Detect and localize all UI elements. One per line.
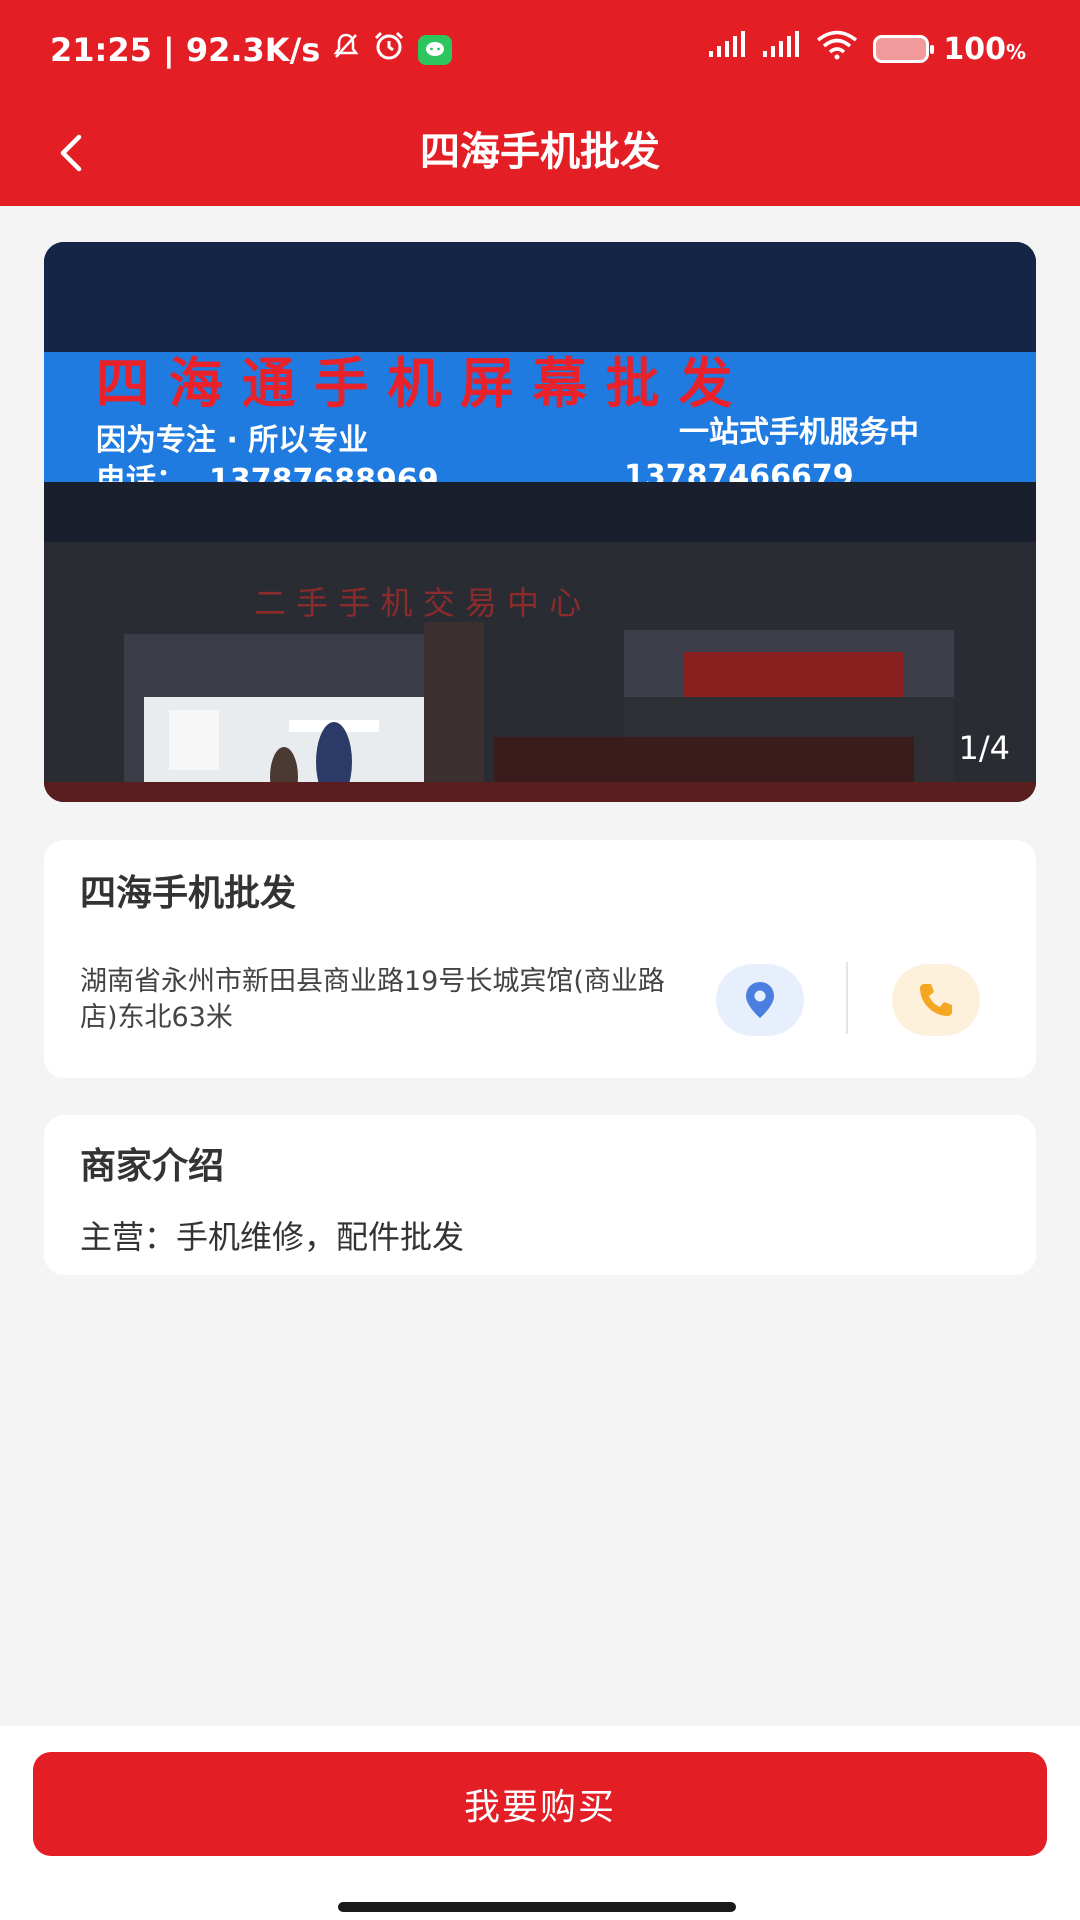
shop-name: 四海手机批发 xyxy=(80,873,297,914)
photo-gallery[interactable]: 四 海 通 手 机 屏 幕 批 发 因为专注 · 所以专业 一站式手机服务中 电… xyxy=(44,242,1036,802)
buy-button[interactable]: 我要购买 xyxy=(33,1752,1047,1856)
alarm-icon xyxy=(372,30,406,70)
merchant-intro-card: 商家介绍 主营：手机维修，配件批发 xyxy=(44,1115,1036,1275)
location-button[interactable] xyxy=(716,964,804,1036)
bottom-bar: 我要购买 xyxy=(0,1726,1080,1920)
storefront-photo: 四 海 通 手 机 屏 幕 批 发 因为专注 · 所以专业 一站式手机服务中 电… xyxy=(44,242,1036,802)
sign-line2-left: 因为专注 · 所以专业 xyxy=(96,423,368,458)
status-bar: 21:25 | 92.3K/s 100% xyxy=(0,0,1080,100)
signal-icon xyxy=(707,31,747,67)
intro-title: 商家介绍 xyxy=(80,1146,225,1187)
intro-text: 主营：手机维修，配件批发 xyxy=(80,1218,465,1256)
location-pin-icon xyxy=(746,982,774,1018)
status-time-speed: 21:25 | 92.3K/s xyxy=(50,31,321,69)
signal-icon xyxy=(761,31,801,67)
sign-line1: 四 海 通 手 机 屏 幕 批 发 xyxy=(96,351,732,415)
status-right: 100% xyxy=(707,30,1026,68)
gallery-counter: 1/4 xyxy=(958,729,1011,767)
home-indicator[interactable] xyxy=(338,1902,736,1912)
lower-sign: 二 手 手 机 交 易 中 心 xyxy=(254,584,581,622)
action-divider xyxy=(846,962,848,1034)
status-left: 21:25 | 92.3K/s xyxy=(50,30,453,70)
mute-icon xyxy=(332,31,360,69)
phone-icon xyxy=(920,984,952,1016)
nav-bar: 四海手机批发 xyxy=(0,100,1080,206)
call-button[interactable] xyxy=(892,964,980,1036)
shop-info-card: 四海手机批发 湖南省永州市新田县商业路19号长城宾馆(商业路店)东北63米 xyxy=(44,840,1036,1078)
page-title: 四海手机批发 xyxy=(420,129,660,175)
battery-icon xyxy=(873,35,935,63)
battery-unit: % xyxy=(1005,39,1026,64)
battery-text: 100% xyxy=(943,32,1026,67)
wifi-icon xyxy=(815,30,859,68)
shop-address: 湖南省永州市新田县商业路19号长城宾馆(商业路店)东北63米 xyxy=(80,966,665,1033)
battery-percent: 100 xyxy=(943,31,1006,67)
app-header: 21:25 | 92.3K/s 100% 四海手机批发 xyxy=(0,0,1080,206)
wechat-icon xyxy=(418,35,453,65)
sign-line2-right: 一站式手机服务中 xyxy=(679,415,919,450)
